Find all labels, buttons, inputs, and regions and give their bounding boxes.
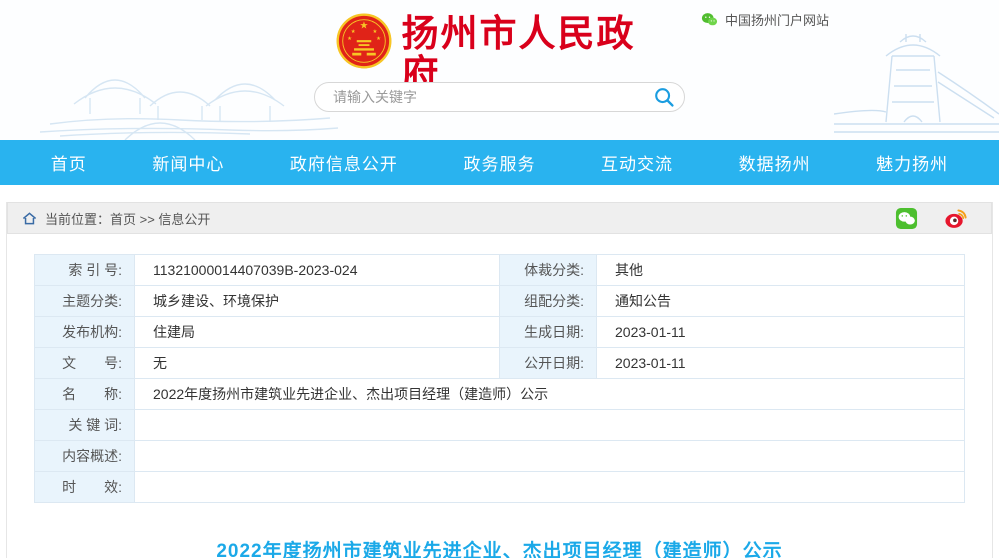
publisher-label: 发布机构:: [35, 317, 135, 348]
search-input[interactable]: [333, 83, 633, 111]
nav-item-home[interactable]: 首页: [51, 150, 87, 175]
svg-text:★: ★: [347, 36, 352, 42]
publisher-value: 住建局: [135, 317, 500, 348]
svg-text:★: ★: [372, 29, 377, 35]
table-row: 文 号: 无 公开日期: 2023-01-11: [35, 348, 965, 379]
table-row: 内容概述:: [35, 441, 965, 472]
breadcrumb-bar: 当前位置：首页 >> 信息公开: [7, 202, 992, 234]
table-row: 发布机构: 住建局 生成日期: 2023-01-11: [35, 317, 965, 348]
home-icon: [22, 211, 37, 226]
content-box: 当前位置：首页 >> 信息公开: [6, 202, 993, 558]
search-button[interactable]: [652, 86, 676, 110]
nav-item-gov-info[interactable]: 政府信息公开: [290, 150, 398, 175]
nav-item-news[interactable]: 新闻中心: [152, 150, 224, 175]
site-header: 中国扬州门户网站 ★ ★ ★ ★ ★ 扬州市人民政府 WWW.YANGZHOU.: [0, 0, 999, 140]
doc-title-label: 名 称:: [35, 379, 135, 410]
wechat-share-icon: [895, 207, 918, 230]
table-row: 索 引 号: 11321000014407039B-2023-024 体裁分类:…: [35, 255, 965, 286]
keywords-label: 关 键 词:: [35, 410, 135, 441]
validity-label: 时 效:: [35, 472, 135, 503]
generated-date-label: 生成日期:: [500, 317, 597, 348]
genre-category-value: 其他: [597, 255, 965, 286]
nav-item-interaction[interactable]: 互动交流: [601, 150, 673, 175]
group-category-value: 通知公告: [597, 286, 965, 317]
nav-item-services[interactable]: 政务服务: [463, 150, 535, 175]
publish-date-label: 公开日期:: [500, 348, 597, 379]
table-row: 关 键 词:: [35, 410, 965, 441]
genre-category-label: 体裁分类:: [500, 255, 597, 286]
table-row: 名 称: 2022年度扬州市建筑业先进企业、杰出项目经理（建造师）公示: [35, 379, 965, 410]
nav-item-data[interactable]: 数据扬州: [739, 150, 811, 175]
summary-label: 内容概述:: [35, 441, 135, 472]
bridge-tower-sketch: [834, 22, 999, 140]
doc-number-value: 无: [135, 348, 500, 379]
national-emblem-icon: ★ ★ ★ ★ ★: [335, 12, 393, 70]
svg-text:★: ★: [376, 36, 381, 42]
document-info-table: 索 引 号: 11321000014407039B-2023-024 体裁分类:…: [34, 254, 965, 503]
article-title: 2022年度扬州市建筑业先进企业、杰出项目经理（建造师）公示: [7, 536, 992, 558]
generated-date-value: 2023-01-11: [597, 317, 965, 348]
summary-value: [135, 441, 965, 472]
validity-value: [135, 472, 965, 503]
search-icon: [653, 86, 675, 108]
search-bar: [314, 82, 685, 112]
index-number-value: 11321000014407039B-2023-024: [135, 255, 500, 286]
index-number-label: 索 引 号:: [35, 255, 135, 286]
doc-number-label: 文 号:: [35, 348, 135, 379]
doc-title-value: 2022年度扬州市建筑业先进企业、杰出项目经理（建造师）公示: [135, 379, 965, 410]
theme-category-label: 主题分类:: [35, 286, 135, 317]
page: 中国扬州门户网站 ★ ★ ★ ★ ★ 扬州市人民政府 WWW.YANGZHOU.: [0, 0, 999, 558]
portal-link[interactable]: 中国扬州门户网站: [701, 10, 829, 29]
svg-text:★: ★: [359, 20, 368, 31]
wechat-share-button[interactable]: [895, 207, 918, 230]
group-category-label: 组配分类:: [500, 286, 597, 317]
publish-date-value: 2023-01-11: [597, 348, 965, 379]
pavilion-bridge-sketch: [30, 40, 340, 140]
table-row: 主题分类: 城乡建设、环境保护 组配分类: 通知公告: [35, 286, 965, 317]
portal-link-label: 中国扬州门户网站: [725, 10, 829, 29]
weibo-share-icon: [944, 207, 967, 230]
main-nav: 首页 新闻中心 政府信息公开 政务服务 互动交流 数据扬州 魅力扬州: [0, 140, 999, 185]
nav-item-charm[interactable]: 魅力扬州: [876, 150, 948, 175]
keywords-value: [135, 410, 965, 441]
svg-text:★: ★: [350, 29, 355, 35]
breadcrumb: 当前位置：首页 >> 信息公开: [45, 209, 210, 228]
table-row: 时 效:: [35, 472, 965, 503]
theme-category-value: 城乡建设、环境保护: [135, 286, 500, 317]
weibo-share-button[interactable]: [944, 207, 967, 230]
share-icons: [895, 207, 977, 230]
wechat-icon: [701, 11, 718, 28]
